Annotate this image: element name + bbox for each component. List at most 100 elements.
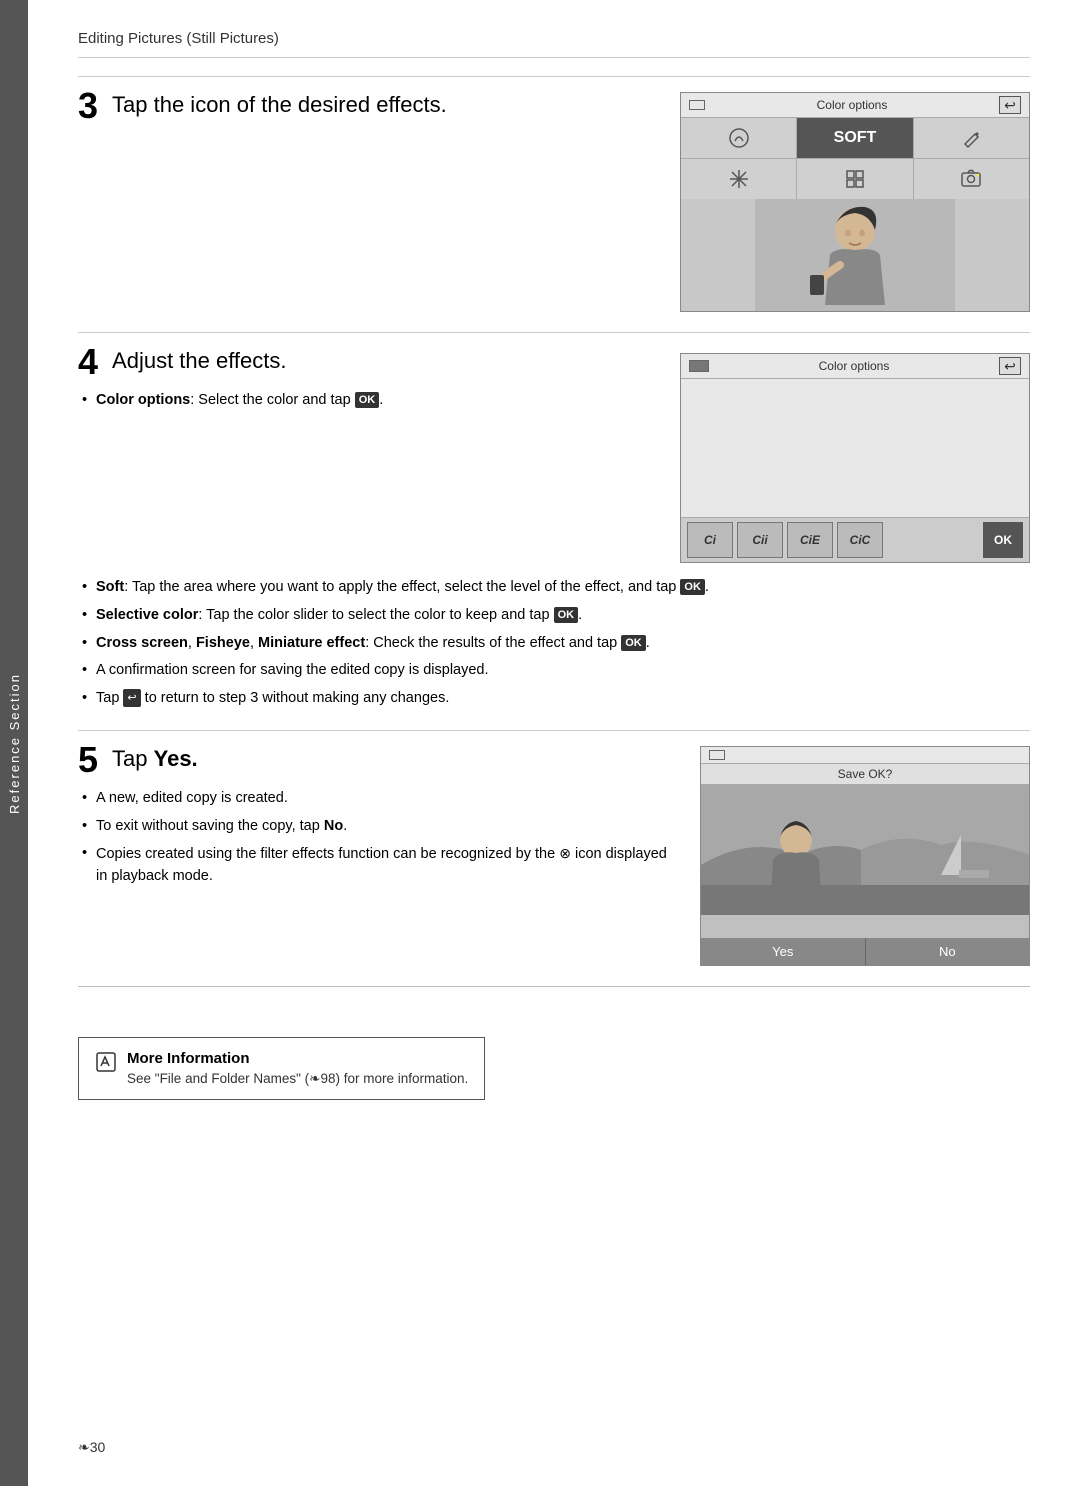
bullet-cross-comma1: , [188,635,196,651]
soft-screen-body [681,199,1029,311]
save-topbar-left [709,750,725,760]
more-info-icon [95,1051,117,1078]
bullet-return-text-post: to return to step 3 without making any c… [141,690,450,706]
step5-title-container: 5 Tap Yes. [78,746,670,778]
more-info-box: More Information See "File and Folder Na… [78,1037,485,1100]
save-ok-text: Save OK? [838,767,893,781]
bullet-label-color-options: Color options [96,392,190,408]
color-btn-cc[interactable]: CiC [837,522,883,558]
ok-badge-selective: OK [554,607,579,623]
step4-text: 4 Adjust the effects. Color options: Sel… [78,348,660,418]
step4-number: 4 [78,348,98,380]
save-no-label: No [939,944,956,959]
save-no-btn[interactable]: No [866,938,1030,965]
bullet-exit-text-post: . [343,818,347,834]
color-btn-se[interactable]: CiE [787,522,833,558]
ok-topbar-back[interactable]: ↩ [999,357,1021,375]
step5-layout: 5 Tap Yes. A new, edited copy is created… [78,746,1030,966]
topbar-title: Color options [817,98,888,112]
bullet-return-text-pre: Tap [96,690,123,706]
ok-topbar: Color options ↩ [681,354,1029,379]
bullet-new-copy: A new, edited copy is created. [78,788,670,810]
bullet-label-miniature: Miniature effect [258,635,365,651]
bullet-text-color-options: : Select the color and tap [190,392,354,408]
divider [78,986,1030,987]
bullet-new-copy-text: A new, edited copy is created. [96,790,288,806]
step3-text: 3 Tap the icon of the desired effects. [78,92,660,312]
grid-icon [844,168,866,190]
page-number: ❧30 [78,1439,105,1455]
side-tab: Reference Section [0,0,28,1486]
page-wrapper: Reference Section Editing Pictures (Stil… [0,0,1080,1486]
bullet-filter-text: Copies created using the filter effects … [96,846,559,862]
step3-title-container: 3 Tap the icon of the desired effects. [78,92,660,124]
bullet-label-fisheye: Fisheye [196,635,250,651]
save-screen: Save OK? [700,746,1030,966]
step3-number: 3 [78,92,98,124]
person-illustration-soft [755,199,955,311]
soft-label: SOFT [834,129,877,147]
toolbar-btn-soft[interactable]: SOFT [797,118,913,158]
toolbar-btn-grid[interactable] [797,159,913,199]
more-info-content: More Information See "File and Folder Na… [127,1050,468,1087]
bullet-color-options: Color options: Select the color and tap … [78,390,660,412]
ok-badge-color: OK [355,392,380,408]
bullet-cross-screen: Cross screen, Fisheye, Miniature effect:… [78,633,1030,655]
step5-text: 5 Tap Yes. A new, edited copy is created… [78,746,670,894]
bullet-exit: To exit without saving the copy, tap No. [78,816,670,838]
page-header: Editing Pictures (Still Pictures) [78,30,1030,58]
ok-screen-body [681,379,1029,517]
bullet-no-bold: No [324,818,343,834]
color-ok-btn[interactable]: OK [983,522,1023,558]
step5-title-tap: Tap [112,746,154,771]
ok-screen: Color options ↩ Ci Cii CiE CiC OK [680,353,1030,563]
bullet-selective-text: : Tap the color slider to select the col… [198,607,553,623]
step4-title: Adjust the effects. [112,348,286,373]
save-yes-btn[interactable]: Yes [701,938,866,965]
bullet-cross-text: : Check the results of the effect and ta… [365,635,621,651]
pencil-icon [95,1051,117,1073]
bullet-label-cross: Cross screen [96,635,188,651]
save-yes-label: Yes [772,944,793,959]
ok-badge-soft: OK [680,579,705,595]
save-illustration [701,785,1029,915]
section-step4: 4 Adjust the effects. Color options: Sel… [78,332,1030,710]
bullet-return: Tap ↩ to return to step 3 without making… [78,688,1030,710]
step5-screen: Save OK? [700,746,1030,966]
page-header-text: Editing Pictures (Still Pictures) [78,30,279,47]
soft-topbar: Color options ↩ [681,93,1029,118]
step3-inner: 3 Tap the icon of the desired effects. C… [78,92,1030,312]
step4-bullet-list-extra: Soft: Tap the area where you want to app… [78,577,1030,710]
soft-toolbar-row2 [681,159,1029,199]
camera-fx-icon [960,168,982,190]
step5-bullet-list: A new, edited copy is created. To exit w… [78,788,670,888]
save-topbar [701,747,1029,764]
section-step3: 3 Tap the icon of the desired effects. C… [78,76,1030,312]
ok-topbar-title: Color options [819,359,890,373]
color-btn-bw[interactable]: Cii [737,522,783,558]
ok-topbar-left [689,360,709,372]
topbar-back-btn[interactable]: ↩ [999,96,1021,114]
toolbar-btn-camera-fx[interactable] [914,159,1029,199]
toolbar-btn-edit[interactable] [681,118,797,158]
step4-bullet-list-1: Color options: Select the color and tap … [78,390,660,412]
toolbar-btn-snowflake[interactable] [681,159,797,199]
toolbar-btn-pen[interactable] [914,118,1029,158]
step4-screen: Color options ↩ Ci Cii CiE CiC OK [680,353,1030,563]
more-info-text: See "File and Folder Names" (❧98) for mo… [127,1071,468,1087]
bullet-confirmation-text: A confirmation screen for saving the edi… [96,662,489,678]
snowflake-icon [728,168,750,190]
soft-toolbar-row1: SOFT [681,118,1029,159]
save-screen-body [701,785,1029,938]
step3-title: Tap the icon of the desired effects. [112,92,447,117]
bullet-exit-text-pre: To exit without saving the copy, tap [96,818,324,834]
save-buttons-bar: Yes No [701,938,1029,965]
bullet-soft-text: : Tap the area where you want to apply t… [124,579,680,595]
step5-number: 5 [78,746,98,778]
edit-icon [728,127,750,149]
ok-badge-cross: OK [621,635,646,651]
color-btn-vi[interactable]: Ci [687,522,733,558]
section-step5: 5 Tap Yes. A new, edited copy is created… [78,730,1030,966]
filter-icon-symbol: ⊗ [559,845,571,861]
bullet-selective-color: Selective color: Tap the color slider to… [78,605,1030,627]
